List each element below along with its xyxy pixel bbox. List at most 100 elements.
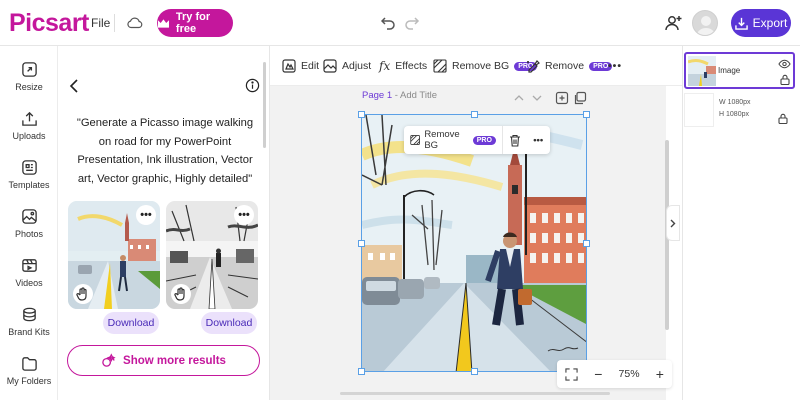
context-remove-bg-button[interactable]: Remove BG PRO (404, 126, 503, 154)
height-label: H 1080px (719, 111, 749, 118)
rail-item-brand-kits[interactable]: Brand Kits (0, 299, 58, 343)
result-thumbnail-1[interactable]: ••• (68, 201, 160, 309)
avatar[interactable] (692, 10, 718, 36)
download-button-1[interactable]: Download (103, 312, 159, 334)
hand-icon[interactable] (171, 284, 191, 304)
duplicate-page-icon[interactable] (573, 91, 587, 105)
back-arrow-icon[interactable] (68, 78, 82, 94)
layer-thumbnail (688, 56, 716, 86)
page-separator: - (392, 90, 401, 101)
chevron-right-icon (670, 219, 676, 227)
rail-item-templates[interactable]: Templates (0, 152, 58, 196)
zoom-controls: − 75% + (557, 360, 672, 388)
remove-bg-icon (433, 59, 447, 73)
zoom-in-button[interactable]: + (656, 366, 664, 382)
remove-bg-label: Remove BG (452, 60, 510, 72)
fx-icon: fx (379, 59, 391, 73)
trash-icon (509, 134, 520, 147)
rail-label: Photos (14, 228, 44, 239)
pro-badge: PRO (472, 135, 496, 145)
picsart-logo[interactable]: Picsart (9, 9, 89, 38)
info-icon[interactable] (245, 78, 260, 93)
result-menu-button[interactable]: ••• (136, 205, 156, 225)
add-title-field[interactable]: Add Title (400, 90, 437, 101)
page-title-bar: Page 1 - Add Title (362, 90, 437, 101)
context-remove-bg-label: Remove BG (424, 129, 460, 151)
file-menu[interactable]: File (91, 16, 110, 30)
add-page-icon[interactable] (555, 91, 569, 105)
download-button-2[interactable]: Download (201, 312, 257, 334)
canvas-horizontal-scrollbar[interactable] (340, 392, 610, 395)
photos-icon (21, 208, 37, 224)
resize-icon (21, 61, 37, 77)
zoom-out-button[interactable]: − (594, 366, 602, 382)
show-more-label: Show more results (123, 354, 226, 367)
context-toolbar: Remove BG PRO ••• (404, 126, 550, 154)
export-button[interactable]: Export (731, 9, 791, 37)
redo-icon[interactable] (404, 14, 420, 30)
adjust-tool[interactable]: Adjust (323, 58, 371, 74)
result-menu-button[interactable]: ••• (234, 205, 254, 225)
cloud-icon[interactable] (126, 14, 144, 32)
rail-item-videos[interactable]: Videos (0, 250, 58, 294)
layer-item-background[interactable]: W 1080px H 1080px (684, 93, 795, 127)
width-value: 1080px (727, 99, 751, 106)
add-user-icon[interactable] (664, 13, 684, 33)
app-root: Picsart File Try for free Export Resize … (0, 0, 800, 400)
undo-icon[interactable] (380, 14, 396, 30)
ai-results-panel: "Generate a Picasso image walking on roa… (58, 46, 270, 400)
resize-handle-t[interactable] (471, 111, 478, 118)
width-label: W 1080px (719, 99, 751, 106)
try-for-free-button[interactable]: Try for free (157, 9, 233, 37)
download-icon (734, 17, 748, 30)
page-down-icon[interactable] (530, 91, 544, 105)
image-toolbar: Edit Adjust fx Effects Remove BG PRO Rem… (270, 46, 682, 86)
rail-item-photos[interactable]: Photos (0, 201, 58, 245)
page-label: Page 1 (362, 90, 393, 101)
fit-screen-icon[interactable] (565, 367, 578, 381)
adjust-icon (323, 59, 337, 73)
remove-bg-tool[interactable]: Remove BG PRO (433, 58, 538, 74)
edit-label: Edit (301, 60, 320, 72)
lock-icon[interactable] (778, 113, 788, 124)
layer-label: Image (718, 66, 741, 75)
rail-label: Resize (15, 81, 43, 92)
page-up-icon[interactable] (512, 91, 526, 105)
hand-icon[interactable] (73, 284, 93, 304)
resize-handle-tl[interactable] (358, 111, 365, 118)
remove-bg-icon (410, 135, 420, 145)
sparkle-swirl-icon (102, 353, 116, 367)
export-label: Export (752, 16, 788, 30)
background-layer-thumbnail (684, 93, 714, 127)
panel-scrollbar[interactable] (263, 62, 266, 148)
expand-layers-button[interactable] (666, 205, 680, 241)
resize-handle-bl[interactable] (358, 368, 365, 375)
edit-icon (282, 59, 296, 73)
show-more-results-button[interactable]: Show more results (67, 345, 260, 376)
edit-tool[interactable]: Edit (282, 58, 319, 74)
rail-item-resize[interactable]: Resize (0, 54, 58, 98)
upload-icon (21, 111, 37, 126)
height-key: H (719, 111, 725, 118)
remove-tool[interactable]: Remove PRO (526, 58, 613, 74)
context-more-button[interactable]: ••• (526, 135, 550, 146)
rail-item-uploads[interactable]: Uploads (0, 103, 58, 147)
result-thumbnail-2[interactable]: ••• (166, 201, 258, 309)
rail-item-my-folders[interactable]: My Folders (0, 348, 58, 392)
delete-button[interactable] (503, 134, 527, 147)
width-key: W (719, 99, 726, 106)
layer-item-image[interactable]: Image (684, 52, 795, 89)
crown-icon (157, 18, 169, 28)
resize-handle-tr[interactable] (583, 111, 590, 118)
zoom-level[interactable]: 75% (619, 368, 640, 380)
more-tools-button[interactable]: ••• (608, 58, 622, 74)
resize-handle-b[interactable] (471, 368, 478, 375)
resize-handle-l[interactable] (358, 240, 365, 247)
eye-icon[interactable] (778, 59, 791, 69)
effects-tool[interactable]: fx Effects (379, 58, 427, 74)
resize-handle-r[interactable] (583, 240, 590, 247)
brand-kit-icon (22, 307, 36, 321)
height-value: 1080px (726, 111, 749, 118)
remove-label: Remove (545, 60, 585, 72)
lock-icon[interactable] (780, 74, 790, 85)
